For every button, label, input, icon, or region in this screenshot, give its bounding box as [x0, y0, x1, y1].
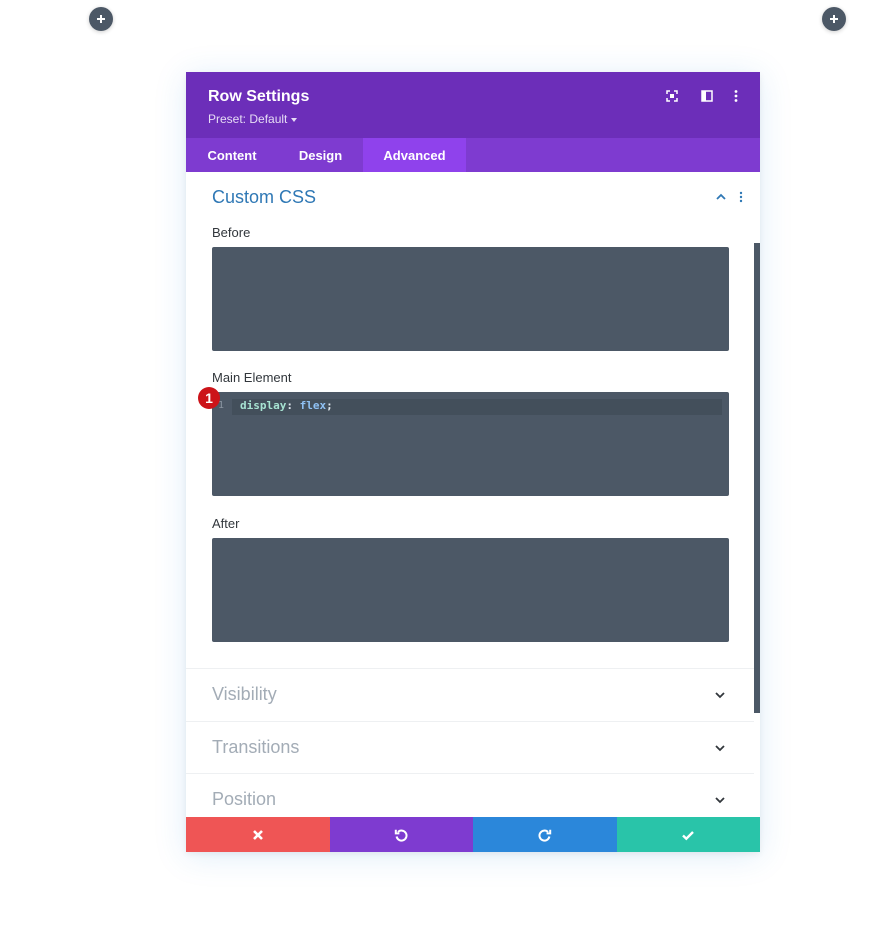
plus-icon — [830, 15, 838, 23]
chevron-down-icon — [715, 797, 725, 804]
step-badge: 1 — [198, 387, 220, 409]
add-section-button-right[interactable] — [822, 7, 846, 31]
css-before-editor[interactable] — [212, 247, 729, 351]
field-label-main-element: Main Element — [212, 370, 292, 385]
check-icon — [682, 830, 695, 840]
preset-dropdown[interactable]: Preset: Default — [208, 112, 298, 126]
chevron-down-icon — [715, 692, 725, 699]
field-label-before: Before — [212, 225, 251, 240]
toggle-title-position: Position — [212, 789, 277, 809]
tab-content[interactable]: Content — [186, 138, 278, 172]
toggle-position[interactable]: Position — [186, 773, 754, 817]
more-vertical-icon[interactable] — [735, 191, 747, 203]
modal-title: Row Settings — [208, 88, 310, 105]
undo-button[interactable] — [329, 817, 473, 852]
focus-icon[interactable] — [665, 89, 679, 103]
redo-button[interactable] — [473, 817, 617, 852]
tab-design[interactable]: Design — [278, 138, 363, 172]
code-colon: : — [286, 399, 293, 412]
scrollbar[interactable] — [754, 243, 760, 713]
toggle-transitions[interactable]: Transitions — [186, 721, 754, 774]
section-title-custom-css[interactable]: Custom CSS — [212, 187, 316, 208]
add-section-button-left[interactable] — [89, 7, 113, 31]
code-property: display — [240, 399, 287, 412]
toggle-title-transitions: Transitions — [212, 737, 300, 757]
toggle-title-visibility: Visibility — [212, 684, 277, 704]
modal-header: Row Settings Preset: Default — [186, 72, 760, 138]
close-icon — [252, 829, 263, 840]
tab-advanced[interactable]: Advanced — [363, 138, 466, 172]
css-main-element-editor[interactable]: 1 display: flex; — [212, 392, 729, 496]
more-vertical-icon[interactable] — [729, 89, 743, 103]
code-text: display: flex; — [240, 399, 333, 412]
toggle-visibility[interactable]: Visibility — [186, 668, 754, 721]
row-settings-modal: Row Settings Preset: Default Content Des… — [186, 72, 760, 852]
redo-icon — [538, 829, 551, 842]
code-value: flex — [299, 399, 327, 412]
save-button[interactable] — [616, 817, 760, 852]
modal-footer — [186, 817, 760, 852]
code-semicolon: ; — [326, 399, 333, 412]
caret-down-icon — [291, 117, 298, 122]
chevron-up-icon[interactable] — [715, 191, 727, 203]
css-after-editor[interactable] — [212, 538, 729, 642]
settings-tabs: Content Design Advanced — [186, 138, 760, 172]
chevron-down-icon — [715, 745, 725, 752]
field-label-after: After — [212, 516, 240, 531]
modal-body: Custom CSS Before Main Element ? 1 displ… — [186, 172, 760, 817]
cancel-button[interactable] — [186, 817, 330, 852]
preset-label: Preset: Default — [208, 112, 288, 126]
split-view-icon[interactable] — [700, 89, 714, 103]
undo-icon — [395, 829, 408, 842]
plus-icon — [97, 15, 105, 23]
